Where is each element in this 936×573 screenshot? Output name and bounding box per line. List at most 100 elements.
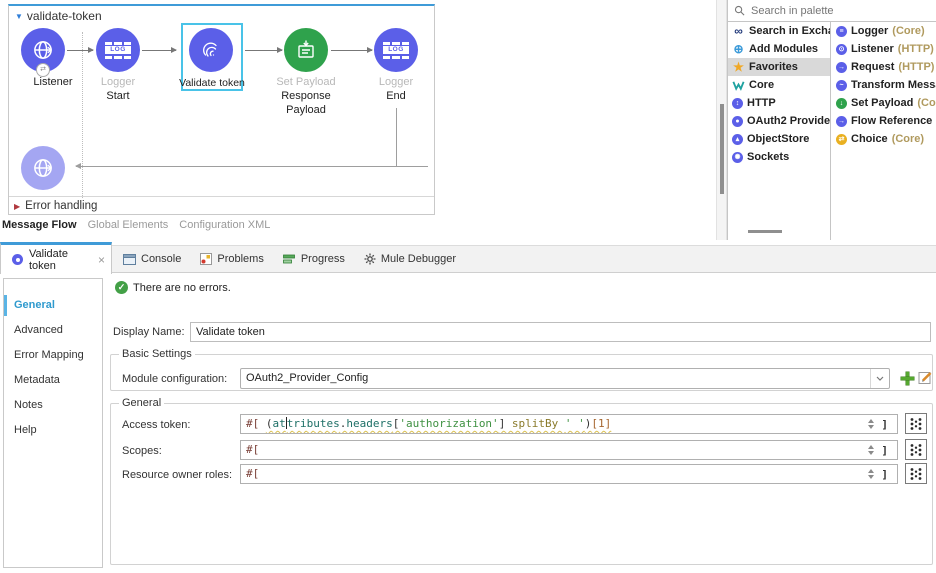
tab-validate-token[interactable]: Validate token × bbox=[0, 242, 112, 274]
close-icon[interactable]: × bbox=[98, 253, 105, 267]
scopes-expression-toggle-button[interactable] bbox=[905, 439, 927, 460]
basic-settings-legend: Basic Settings bbox=[119, 348, 195, 360]
canvas-vertical-scrollbar[interactable] bbox=[716, 0, 727, 240]
flow-node-logger-start[interactable]: LOG bbox=[96, 28, 140, 72]
scrollbar-thumb[interactable] bbox=[720, 104, 724, 194]
sidebar-item-error-mapping[interactable]: Error Mapping bbox=[4, 343, 102, 368]
stepper-arrows[interactable] bbox=[868, 419, 874, 429]
palette-horizontal-scrollbar[interactable] bbox=[748, 230, 782, 233]
expression-close-bracket: ] bbox=[881, 418, 888, 431]
palette-search-row bbox=[728, 0, 936, 22]
display-name-field[interactable]: Validate token bbox=[190, 322, 931, 342]
edit-configuration-button[interactable] bbox=[918, 370, 933, 385]
palette-item-http[interactable]: ↕ HTTP bbox=[728, 94, 830, 112]
objectstore-module-icon: ▴ bbox=[732, 133, 743, 145]
status-text: There are no errors. bbox=[133, 281, 231, 294]
flow-node-listener-response[interactable] bbox=[21, 146, 65, 190]
stepper-arrows[interactable] bbox=[868, 445, 874, 455]
palette-component-set-payload[interactable]: ↓ Set Payload (Cor bbox=[832, 94, 936, 112]
tab-global-elements[interactable]: Global Elements bbox=[88, 219, 169, 231]
node-label-logger-start: Logger bbox=[100, 76, 136, 88]
exchange-infinity-icon: ∞ bbox=[734, 24, 743, 38]
error-handling-section[interactable]: ▶ Error handling bbox=[14, 200, 97, 212]
palette-item-oauth2-provider[interactable]: ● OAuth2 Provider bbox=[728, 112, 830, 130]
display-name-label: Display Name: bbox=[113, 326, 185, 338]
tab-configuration-xml[interactable]: Configuration XML bbox=[179, 219, 270, 231]
chevron-down-icon[interactable] bbox=[870, 369, 889, 388]
flow-node-set-payload[interactable] bbox=[284, 28, 328, 72]
node-label-set-payload: Set Payload bbox=[276, 76, 336, 88]
tab-mule-debugger[interactable]: Mule Debugger bbox=[364, 253, 456, 265]
node-sublabel-logger-start: Start bbox=[106, 90, 130, 102]
error-handling-label: Error handling bbox=[25, 200, 98, 212]
editor-view-tabs: Message Flow Global Elements Configurati… bbox=[2, 219, 270, 231]
palette-item-search-in-exchange[interactable]: ∞ Search in Excha bbox=[728, 22, 830, 40]
flow-title-label: validate-token bbox=[26, 9, 102, 23]
access-token-expression-toggle-button[interactable] bbox=[905, 413, 927, 434]
expand-triangle-icon[interactable]: ▶ bbox=[14, 202, 20, 211]
response-connector-horizontal bbox=[75, 163, 428, 169]
oauth2-provider-module-icon: ● bbox=[732, 115, 743, 127]
globe-icon bbox=[34, 41, 53, 59]
mule-debugger-icon bbox=[364, 253, 376, 265]
flow-node-logger-end[interactable]: LOG bbox=[374, 28, 418, 72]
node-sublabel-set-payload-1: Response bbox=[281, 90, 331, 102]
expression-mode-icon bbox=[910, 417, 922, 430]
flow-reference-component-icon: → bbox=[836, 115, 847, 127]
palette-item-favorites[interactable]: ★ Favorites bbox=[728, 58, 830, 76]
sidebar-item-general[interactable]: General bbox=[4, 293, 102, 318]
palette-item-sockets[interactable]: ✺ Sockets bbox=[728, 148, 830, 166]
add-configuration-button[interactable] bbox=[901, 372, 914, 385]
node-sublabel-logger-end: End bbox=[386, 90, 406, 102]
sidebar-item-metadata[interactable]: Metadata bbox=[4, 368, 102, 393]
validation-status: ✓ There are no errors. bbox=[115, 281, 231, 294]
resource-owner-roles-expression-toggle-button[interactable] bbox=[905, 463, 927, 484]
node-label-validate-token: Validate token bbox=[179, 77, 245, 89]
flow-connector-arrow bbox=[245, 47, 283, 53]
edit-pencil-icon bbox=[918, 372, 932, 384]
console-icon bbox=[123, 253, 136, 265]
palette-component-request[interactable]: → Request (HTTP) bbox=[832, 58, 936, 76]
resource-owner-roles-field[interactable]: #[ ] bbox=[240, 464, 898, 484]
properties-sidebar: General Advanced Error Mapping Metadata … bbox=[3, 278, 103, 568]
anypoint-studio-screen: ▼validate-token ⇄ Listener LOG Logger S bbox=[0, 0, 936, 573]
palette-component-choice[interactable]: ⇄ Choice (Core) bbox=[832, 130, 936, 148]
search-icon bbox=[734, 5, 745, 16]
source-lane-separator bbox=[82, 32, 83, 198]
collapse-triangle-icon[interactable]: ▼ bbox=[15, 12, 23, 21]
expression-close-bracket: ] bbox=[881, 444, 888, 457]
general-legend: General bbox=[119, 397, 165, 409]
flow-canvas: ▼validate-token ⇄ Listener LOG Logger S bbox=[8, 4, 435, 215]
access-token-field[interactable]: #[ (attributes.headers['authorization'] … bbox=[240, 414, 898, 434]
listener-component-icon: ⊙ bbox=[836, 43, 847, 55]
palette-search-input[interactable] bbox=[749, 3, 903, 18]
module-configuration-select[interactable]: OAuth2_Provider_Config bbox=[240, 368, 890, 389]
sidebar-item-advanced[interactable]: Advanced bbox=[4, 318, 102, 343]
access-token-label: Access token: bbox=[122, 419, 191, 431]
palette-component-listener[interactable]: ⊙ Listener (HTTP) bbox=[832, 40, 936, 58]
tab-problems[interactable]: Problems bbox=[200, 253, 264, 265]
scopes-field[interactable]: #[ ] bbox=[240, 440, 898, 460]
transform-message-component-icon: ~ bbox=[836, 79, 847, 91]
palette-component-flow-reference[interactable]: → Flow Reference ( bbox=[832, 112, 936, 130]
palette-category-list: ∞ Search in Excha ⊕ Add Modules ★ Favori… bbox=[728, 22, 831, 240]
palette-item-core[interactable]: Core bbox=[728, 76, 830, 94]
palette-item-objectstore[interactable]: ▴ ObjectStore bbox=[728, 130, 830, 148]
problems-icon bbox=[200, 253, 213, 265]
request-component-icon: → bbox=[836, 61, 847, 73]
sidebar-item-help[interactable]: Help bbox=[4, 418, 102, 443]
palette-item-add-modules[interactable]: ⊕ Add Modules bbox=[728, 40, 830, 58]
flow-node-validate-token[interactable] bbox=[189, 28, 233, 72]
sidebar-item-notes[interactable]: Notes bbox=[4, 393, 102, 418]
flow-connector-arrow bbox=[67, 47, 94, 53]
tab-message-flow[interactable]: Message Flow bbox=[2, 219, 77, 231]
tab-console[interactable]: Console bbox=[123, 253, 181, 265]
tab-progress[interactable]: Progress bbox=[282, 253, 345, 265]
stepper-arrows[interactable] bbox=[868, 469, 874, 479]
flow-connector-arrow bbox=[142, 47, 177, 53]
palette-component-transform-message[interactable]: ~ Transform Messa bbox=[832, 76, 936, 94]
flow-node-listener[interactable]: ⇄ bbox=[21, 28, 65, 77]
response-connector-vertical bbox=[396, 108, 397, 166]
palette-component-logger[interactable]: ≡ Logger (Core) bbox=[832, 22, 936, 40]
flow-header[interactable]: ▼ validate-token bbox=[15, 9, 102, 23]
